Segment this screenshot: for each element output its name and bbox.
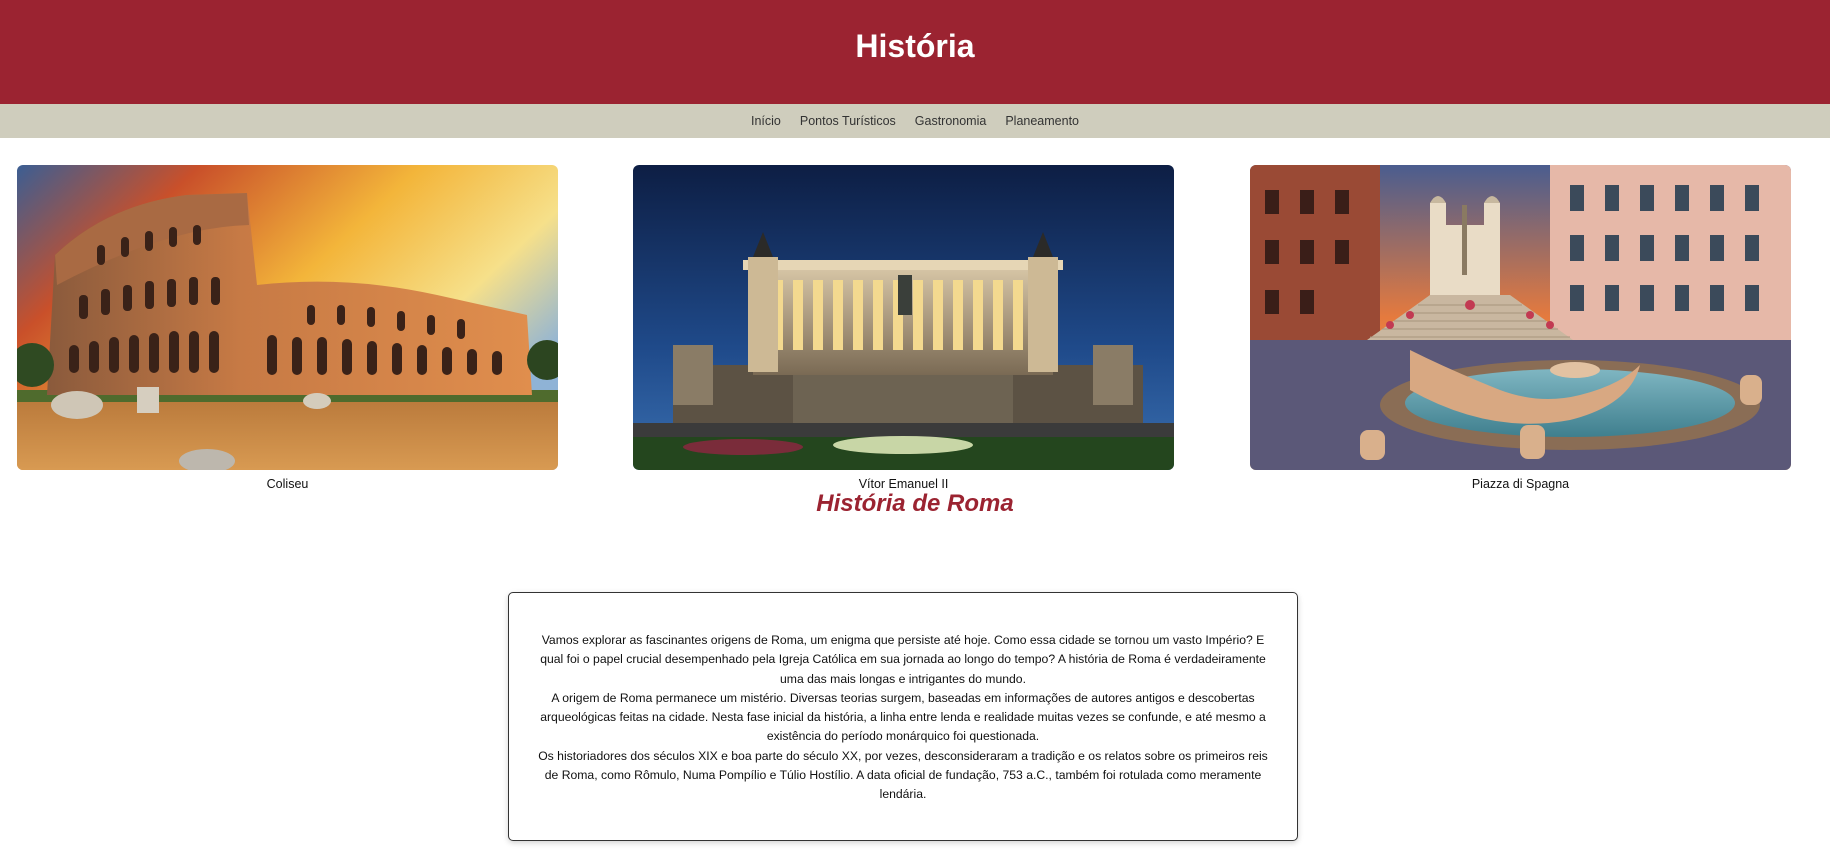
history-paragraph: A origem de Roma permanece um mistério. … — [540, 690, 1266, 744]
colosseum-photo — [17, 165, 558, 470]
photo-gallery: Coliseu Vítor Emanuel II Piazza di Spagn… — [0, 138, 1830, 491]
history-text-box: Vamos explorar as fascinantes origens de… — [508, 592, 1298, 841]
nav-link-gastronomia[interactable]: Gastronomia — [915, 114, 987, 128]
site-header: História — [0, 0, 1830, 104]
spanish-steps-fountain-photo — [1250, 165, 1791, 470]
nav-link-inicio[interactable]: Início — [751, 114, 781, 128]
gallery-card-coliseu: Coliseu — [17, 165, 558, 491]
gallery-caption: Coliseu — [266, 477, 309, 491]
vittoriano-monument-photo — [633, 165, 1174, 470]
nav-link-planeamento[interactable]: Planeamento — [1005, 114, 1079, 128]
nav-link-pontos-turisticos[interactable]: Pontos Turísticos — [800, 114, 896, 128]
gallery-caption: Vítor Emanuel II — [858, 477, 949, 491]
main-nav: Início Pontos Turísticos Gastronomia Pla… — [0, 104, 1830, 138]
history-paragraph: Vamos explorar as fascinantes origens de… — [540, 633, 1266, 686]
gallery-card-vitor-emanuel: Vítor Emanuel II — [633, 165, 1174, 491]
page-title: História — [855, 27, 975, 64]
history-paragraph: Os historiadores dos séculos XIX e boa p… — [538, 748, 1268, 802]
gallery-card-piazza-di-spagna: Piazza di Spagna — [1250, 165, 1791, 491]
gallery-caption: Piazza di Spagna — [1471, 477, 1570, 491]
